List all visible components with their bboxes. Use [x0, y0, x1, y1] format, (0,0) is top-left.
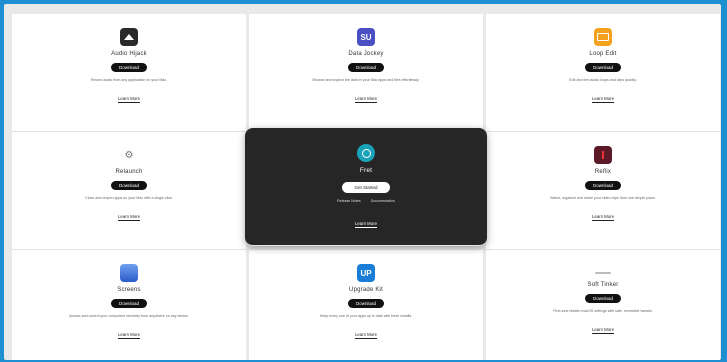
- blue-gradient-icon: [120, 264, 138, 282]
- red-dark-icon: [594, 146, 612, 164]
- app-name: Fret: [359, 167, 373, 174]
- learn-more-link[interactable]: Learn More: [592, 214, 614, 221]
- download-button[interactable]: Download: [347, 299, 384, 308]
- documentation-link[interactable]: Documentation: [371, 199, 395, 203]
- app-description: Keep every one of your apps up to date w…: [319, 314, 413, 318]
- orange-app-icon: [594, 28, 612, 46]
- learn-more-link[interactable]: Learn More: [355, 96, 377, 103]
- app-description: Close and reopen apps on your Mac with a…: [85, 196, 173, 200]
- download-button[interactable]: Download: [110, 63, 147, 72]
- app-description: Edit and trim audio loops and clips quic…: [569, 78, 637, 82]
- app-card-upgrade-kit: UP Upgrade Kit Download Keep every one o…: [249, 250, 483, 360]
- learn-more-link[interactable]: Learn More: [118, 214, 140, 221]
- app-card-fret-featured: Fret Get Started Release Notes Documenta…: [245, 128, 487, 246]
- learn-more-link[interactable]: Learn More: [592, 327, 614, 334]
- app-card-loop-edit: Loop Edit Download Edit and trim audio l…: [486, 14, 720, 132]
- download-button[interactable]: Download: [584, 63, 621, 72]
- app-name: Audio Hijack: [111, 51, 147, 57]
- learn-more-link[interactable]: Learn More: [118, 332, 140, 339]
- app-card-screens: Screens Download Access and control your…: [12, 250, 246, 360]
- app-description: Record audio from any application on you…: [90, 78, 168, 82]
- su-logo-icon: SU: [357, 28, 375, 46]
- app-name: Screens: [117, 287, 141, 293]
- app-card-reflix: Reflix Download Watch, organize and shar…: [486, 132, 720, 250]
- app-grid: Audio Hijack Download Record audio from …: [12, 14, 720, 360]
- app-description: Browse and inspect the data in your Mac …: [312, 78, 420, 82]
- learn-more-link[interactable]: Learn More: [355, 332, 377, 339]
- app-card-soft-tinker: Soft Tinker Download Fine-tune hidden ma…: [486, 250, 720, 360]
- app-name: Relaunch: [115, 169, 143, 175]
- app-name: Upgrade Kit: [349, 287, 383, 293]
- get-started-button[interactable]: Get Started: [342, 182, 390, 193]
- app-name: Soft Tinker: [587, 282, 619, 288]
- app-description: Watch, organize and share your video cli…: [550, 196, 656, 200]
- app-name: Reflix: [594, 169, 612, 175]
- release-notes-link[interactable]: Release Notes: [337, 199, 361, 203]
- app-card-data-jockey: SU Data Jockey Download Browse and inspe…: [249, 14, 483, 132]
- up-icon: UP: [357, 264, 375, 282]
- app-name: Data Jockey: [348, 51, 384, 57]
- download-button[interactable]: Download: [584, 181, 621, 190]
- teal-circle-icon: [357, 144, 375, 162]
- download-button[interactable]: Download: [110, 299, 147, 308]
- app-description: Fine-tune hidden macOS settings with saf…: [553, 309, 653, 313]
- download-button[interactable]: Download: [110, 181, 147, 190]
- app-gallery-window: Audio Hijack Download Record audio from …: [4, 4, 721, 360]
- learn-more-link[interactable]: Learn More: [118, 96, 140, 103]
- app-description: Access and control your computers remote…: [69, 314, 189, 318]
- audio-hijack-logo-icon: [120, 28, 138, 46]
- thin-bar-icon: [595, 272, 611, 274]
- learn-more-link[interactable]: Learn More: [592, 96, 614, 103]
- download-button[interactable]: Download: [584, 294, 621, 303]
- app-name: Loop Edit: [589, 51, 617, 57]
- featured-links-row: Release Notes Documentation: [337, 199, 395, 203]
- download-button[interactable]: Download: [347, 63, 384, 72]
- crosshair-icon: ⚙: [124, 149, 134, 161]
- app-card-relaunch: ⚙ Relaunch Download Close and reopen app…: [12, 132, 246, 250]
- app-card-audio-hijack: Audio Hijack Download Record audio from …: [12, 14, 246, 132]
- learn-more-link[interactable]: Learn More: [355, 221, 377, 228]
